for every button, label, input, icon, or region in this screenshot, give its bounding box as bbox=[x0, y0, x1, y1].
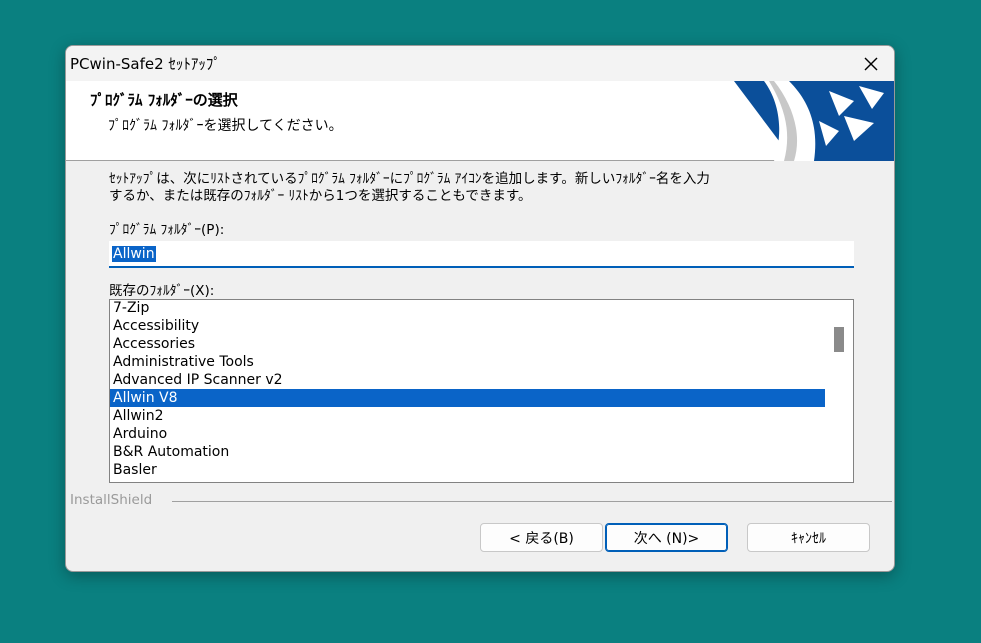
list-item[interactable]: Allwin V8 bbox=[110, 389, 825, 407]
installshield-brand: InstallShield bbox=[70, 492, 153, 508]
list-item[interactable]: Accessibility bbox=[110, 317, 825, 335]
list-scrollbar[interactable] bbox=[826, 300, 853, 482]
setup-dialog: PCwin-Safe2 ｾｯﾄｱｯﾌﾟ ﾌﾟﾛｸﾞﾗﾑ ﾌｫﾙﾀﾞｰの選択 ﾌﾟ… bbox=[65, 45, 895, 572]
list-item[interactable]: Allwin2 bbox=[110, 407, 825, 425]
title-bar[interactable]: PCwin-Safe2 ｾｯﾄｱｯﾌﾟ bbox=[66, 46, 894, 81]
description-text: ｾｯﾄｱｯﾌﾟは、次にﾘｽﾄされているﾌﾟﾛｸﾞﾗﾑ ﾌｫﾙﾀﾞｰにﾌﾟﾛｸﾞﾗ… bbox=[109, 171, 859, 205]
program-folder-value: Allwin bbox=[112, 246, 156, 262]
header-panel: ﾌﾟﾛｸﾞﾗﾑ ﾌｫﾙﾀﾞｰの選択 ﾌﾟﾛｸﾞﾗﾑ ﾌｫﾙﾀﾞｰを選択してくださ… bbox=[66, 81, 894, 161]
back-button[interactable]: < 戻る(B) bbox=[480, 523, 603, 552]
existing-folders-label: 既存のﾌｫﾙﾀﾞｰ(X): bbox=[109, 283, 215, 299]
list-item[interactable]: Accessories bbox=[110, 335, 825, 353]
close-icon bbox=[864, 57, 878, 70]
list-item[interactable]: Advanced IP Scanner v2 bbox=[110, 371, 825, 389]
close-button[interactable] bbox=[848, 46, 894, 81]
program-folder-input[interactable]: Allwin bbox=[109, 241, 854, 268]
list-item[interactable]: Administrative Tools bbox=[110, 353, 825, 371]
next-button[interactable]: 次へ (N)> bbox=[605, 523, 728, 552]
list-item[interactable]: Arduino bbox=[110, 425, 825, 443]
list-item[interactable]: 7-Zip bbox=[110, 300, 825, 317]
list-item[interactable]: Basler bbox=[110, 461, 825, 479]
installer-logo-icon bbox=[734, 81, 894, 161]
folder-list-items: 7-Zip Accessibility Accessories Administrat… bbox=[110, 300, 825, 482]
description-line-2: するか、または既存のﾌｫﾙﾀﾞｰ ﾘｽﾄから1つを選択することもできます。 bbox=[109, 188, 532, 204]
footer-divider bbox=[172, 501, 892, 502]
program-folder-label: ﾌﾟﾛｸﾞﾗﾑ ﾌｫﾙﾀﾞｰ(P): bbox=[109, 222, 225, 238]
page-title: ﾌﾟﾛｸﾞﾗﾑ ﾌｫﾙﾀﾞｰの選択 bbox=[90, 91, 238, 109]
existing-folders-list[interactable]: 7-Zip Accessibility Accessories Administrat… bbox=[109, 299, 854, 483]
description-line-1: ｾｯﾄｱｯﾌﾟは、次にﾘｽﾄされているﾌﾟﾛｸﾞﾗﾑ ﾌｫﾙﾀﾞｰにﾌﾟﾛｸﾞﾗ… bbox=[109, 171, 710, 187]
scrollbar-thumb[interactable] bbox=[834, 327, 844, 352]
page-subtitle: ﾌﾟﾛｸﾞﾗﾑ ﾌｫﾙﾀﾞｰを選択してください。 bbox=[108, 118, 343, 134]
cancel-button[interactable]: ｷｬﾝｾﾙ bbox=[747, 523, 870, 552]
window-title: PCwin-Safe2 ｾｯﾄｱｯﾌﾟ bbox=[70, 55, 221, 73]
list-item[interactable]: B&R Automation bbox=[110, 443, 825, 461]
